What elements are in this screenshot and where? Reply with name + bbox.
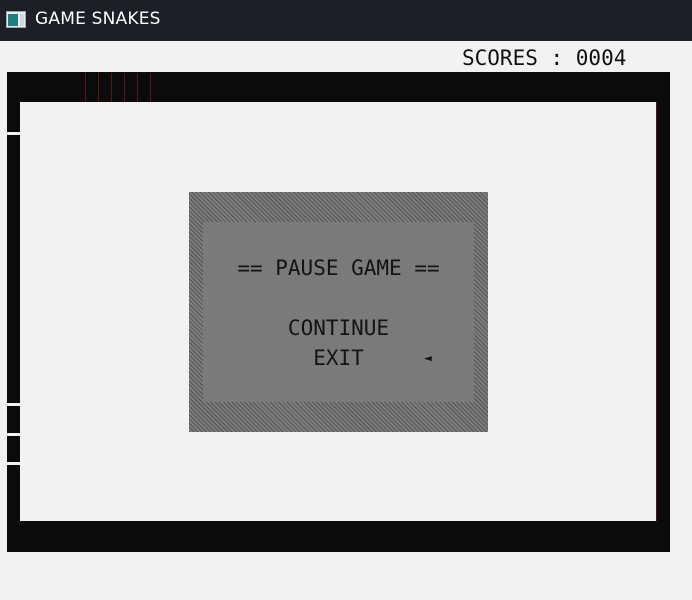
snake-segment-line: [111, 73, 112, 102]
border-gap-mark: [7, 132, 20, 135]
window-title: GAME SNAKES: [35, 9, 161, 29]
right-edge-line: [656, 102, 657, 521]
snake-segment-line: [98, 73, 99, 102]
selection-cursor-icon: ◄: [424, 351, 432, 366]
title-bar: GAME SNAKES: [0, 0, 692, 41]
game-window: GAME SNAKES SCORES : 0004 == PAUSE GAME …: [0, 0, 692, 600]
border-gap-mark: [7, 462, 20, 465]
border-gap-mark: [7, 433, 20, 436]
snake-segment-line: [137, 73, 138, 102]
pause-dialog-panel: [203, 222, 474, 402]
pause-title: == PAUSE GAME ==: [237, 256, 440, 280]
border-gap-mark: [7, 403, 20, 406]
snake-segment-line: [150, 73, 151, 102]
exit-option[interactable]: EXIT: [189, 346, 488, 370]
score-display: SCORES : 0004: [462, 46, 627, 70]
snake-segment-line: [124, 73, 125, 102]
app-window-icon: [6, 11, 26, 28]
continue-option[interactable]: CONTINUE: [189, 316, 488, 340]
pause-dialog: == PAUSE GAME == CONTINUE EXIT ◄: [189, 192, 488, 432]
snake-segment-line: [85, 73, 86, 102]
